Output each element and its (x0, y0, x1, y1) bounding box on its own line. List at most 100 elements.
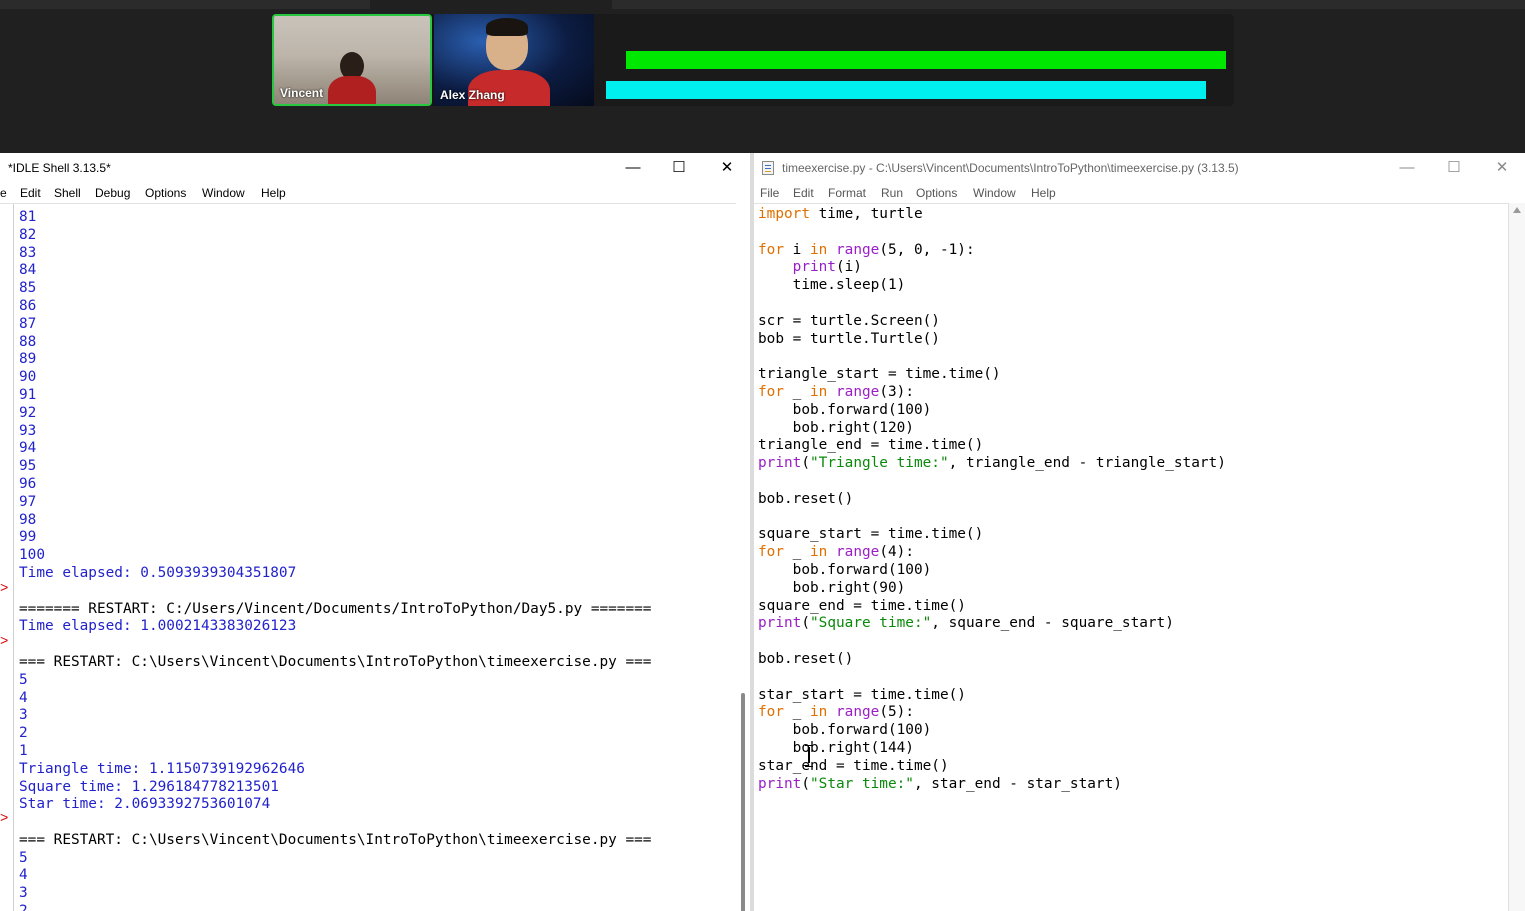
shell-output-text: 81 82 83 84 85 86 87 88 89 90 91 92 93 94 95 96 97 98 99 10… (19, 209, 651, 911)
shell-output-line: ======= RESTART: C:/Users/Vincent/Docume… (19, 600, 652, 617)
menu-help[interactable]: Help (1031, 186, 1056, 200)
menu-format[interactable]: Format (828, 186, 866, 200)
window-title: *IDLE Shell 3.13.5* (8, 161, 111, 175)
participant-name: Alex Zhang (440, 88, 505, 102)
shell-output-line: 94 (19, 440, 37, 457)
code-line: print("Square time:", square_end - squar… (758, 615, 1174, 632)
shell-output-line: 4 (19, 689, 28, 706)
shell-output-line: 91 (19, 386, 37, 403)
shared-screen-preview (594, 14, 1234, 106)
maximize-button[interactable]: ☐ (656, 153, 702, 183)
minimize-button[interactable]: — (610, 153, 656, 183)
code-line: bob.reset() (758, 650, 854, 667)
shell-output-line: 97 (19, 493, 37, 510)
code-editor-area[interactable]: import time, turtle for i in range(5, 0, … (754, 203, 1508, 911)
code-line: scr = turtle.Screen() (758, 312, 940, 329)
menu-run[interactable]: Run (881, 186, 903, 200)
menu-file[interactable]: File (760, 186, 779, 200)
shell-output-line: === RESTART: C:\Users\Vincent\Documents\… (19, 653, 652, 670)
code-line: print("Star time:", star_end - star_star… (758, 775, 1122, 792)
prompt-marker: > (0, 634, 9, 650)
code-line: triangle_start = time.time() (758, 366, 1001, 383)
shell-output-line: 2 (19, 903, 651, 911)
code-line: for _ in range(5): (758, 704, 914, 721)
shell-output-line: 96 (19, 475, 37, 492)
shell-output-line: 90 (19, 369, 37, 386)
code-line: for _ in range(3): (758, 383, 914, 400)
editor-scrollbar[interactable] (1508, 203, 1525, 911)
participant-name: Vincent (280, 86, 324, 100)
shell-output-line: 82 (19, 226, 37, 243)
code-line: for _ in range(4): (758, 544, 914, 561)
shell-output-line (19, 636, 651, 654)
shell-output-line: Triangle time: 1.1150739192962646 (19, 760, 305, 777)
titlebar: *IDLE Shell 3.13.5* — ☐ ✕ (0, 153, 750, 183)
code-line: import time, turtle (758, 206, 923, 222)
meeting-toolbar-right (612, 0, 1525, 9)
scrollbar-thumb[interactable] (741, 693, 745, 911)
menu-file[interactable]: e (0, 186, 7, 200)
close-button[interactable]: ✕ (704, 153, 750, 183)
code-line: bob = turtle.Turtle() (758, 330, 940, 347)
shell-output-line: 5 (19, 849, 28, 866)
code-line: print(i) (792, 259, 862, 276)
shell-output-line: 88 (19, 333, 37, 350)
participant-tile-alex[interactable]: Alex Zhang (434, 14, 594, 106)
shell-output-line: 93 (19, 422, 37, 439)
maximize-button[interactable]: ☐ (1431, 153, 1477, 183)
menu-edit[interactable]: Edit (20, 186, 41, 200)
shell-output-line: Square time: 1.296184778213501 (19, 778, 279, 795)
code-line: print("Triangle time:", triangle_end - t… (758, 455, 1226, 472)
idle-shell-window: *IDLE Shell 3.13.5* — ☐ ✕ e Edit Shell D… (0, 153, 750, 911)
python-file-icon (762, 161, 774, 175)
shell-output-line: Time elapsed: 1.0002143383026123 (19, 618, 297, 635)
shell-output-line: 99 (19, 529, 37, 546)
shell-output-line: 100 (19, 547, 45, 564)
shell-output-line: 83 (19, 244, 37, 261)
code-line: star_end = time.time() (758, 757, 949, 774)
shell-output-line: 3 (19, 885, 28, 902)
minimize-button[interactable]: — (1384, 153, 1430, 183)
menu-help[interactable]: Help (261, 186, 286, 200)
code-line: star_start = time.time() (758, 686, 966, 703)
menu-window[interactable]: Window (202, 186, 245, 200)
shell-output-line: 4 (19, 867, 28, 884)
code-line: square_start = time.time() (758, 526, 984, 543)
progress-bar-green (626, 51, 1226, 69)
participant-tile-vincent[interactable]: Vincent (272, 14, 432, 106)
menu-window[interactable]: Window (973, 186, 1016, 200)
meeting-toolbar-left (0, 0, 370, 9)
close-button[interactable]: ✕ (1479, 153, 1525, 183)
shell-output-line (19, 814, 651, 832)
video-meeting-strip: Vincent Alex Zhang (0, 0, 1525, 153)
shell-output-line: Star time: 2.0693392753601074 (19, 796, 271, 813)
shell-output-line: 87 (19, 315, 37, 332)
participant-body (328, 76, 376, 104)
shell-output-line: 5 (19, 671, 28, 688)
shell-scrollbar[interactable] (736, 203, 750, 911)
menu-options[interactable]: Options (916, 186, 957, 200)
menu-debug[interactable]: Debug (95, 186, 130, 200)
menu-edit[interactable]: Edit (793, 186, 814, 200)
prompt-marker: > (0, 581, 9, 597)
progress-bar-cyan (606, 81, 1206, 99)
shell-output-line: Time elapsed: 0.5093939304351807 (19, 564, 297, 581)
shell-output-line: 1 (19, 742, 28, 759)
shell-output-area[interactable]: > > > 81 82 83 84 85 86 87 88 89 90 91 92 93 94 95 96 97… (0, 203, 750, 911)
video-tiles: Vincent Alex Zhang (272, 14, 1234, 106)
menubar: File Edit Format Run Options Window Help (754, 183, 1525, 203)
code-line: time.sleep(1) (758, 277, 906, 294)
menu-shell[interactable]: Shell (54, 186, 81, 200)
menu-options[interactable]: Options (145, 186, 186, 200)
code-line: bob.forward(100) (758, 561, 932, 578)
window-title: timeexercise.py - C:\Users\Vincent\Docum… (782, 161, 1239, 175)
scroll-up-icon[interactable] (1513, 207, 1521, 213)
shell-output-line: 89 (19, 351, 37, 368)
